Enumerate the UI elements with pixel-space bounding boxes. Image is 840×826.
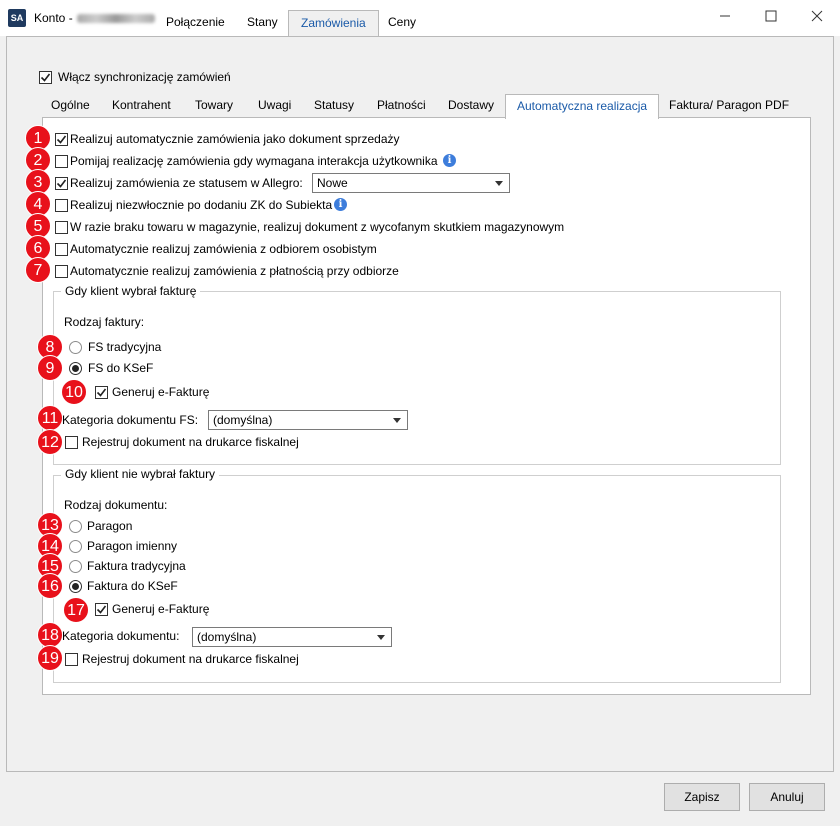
subtab-ogolne[interactable]: Ogólne [45,94,96,118]
noinvoice-einvoice-label: Generuj e-Fakturę [112,602,210,616]
radio-invoice-traditional[interactable] [69,560,82,573]
chevron-down-icon [495,181,503,186]
close-button[interactable] [794,0,840,32]
invoice-einvoice-label: Generuj e-Fakturę [112,385,210,399]
invoice-type-label: Rodzaj faktury: [64,315,145,329]
option-personal-pickup-checkbox[interactable] [55,243,68,256]
option-immediate-label: Realizuj niezwłocznie po dodaniu ZK do S… [70,198,333,212]
close-icon [811,10,823,22]
noinvoice-type-label: Rodzaj dokumentu: [64,498,168,512]
option-skip-interaction-label: Pomijaj realizację zamówienia gdy wymaga… [70,154,438,168]
radio-fs-traditional-label: FS tradycyjna [88,340,162,354]
annotation-badge: 10 [61,379,87,405]
subtab-faktura-paragon-pdf[interactable]: Faktura/ Paragon PDF [663,94,795,118]
annotation-badge: 16 [37,573,63,599]
option-auto-realize-checkbox[interactable] [55,133,68,146]
chevron-down-icon [393,418,401,423]
invoice-category-label: Kategoria dokumentu FS: [62,413,199,427]
subtab-kontrahent[interactable]: Kontrahent [106,94,177,118]
annotation-badge: 19 [37,645,63,671]
subtab-platnosci[interactable]: Płatności [371,94,432,118]
option-cod-checkbox[interactable] [55,265,68,278]
allegro-status-dropdown[interactable]: Nowe [312,173,510,193]
subtab-statusy[interactable]: Statusy [308,94,360,118]
noinvoice-category-dropdown[interactable]: (domyślna) [192,627,392,647]
minimize-icon [720,15,730,17]
noinvoice-group-title: Gdy klient nie wybrał faktury [61,467,220,481]
annotation-badge: 11 [37,405,63,431]
sync-label: Włącz synchronizację zamówień [58,70,231,84]
check-icon [40,73,51,82]
check-icon [56,135,67,144]
cancel-button[interactable]: Anuluj [749,783,825,811]
noinvoice-einvoice-checkbox[interactable] [95,603,108,616]
radio-fs-ksef[interactable] [69,362,82,375]
subtab-dostawy[interactable]: Dostawy [442,94,500,118]
subtab-automatyczna-realizacja[interactable]: Automatyczna realizacja [505,94,660,119]
noinvoice-category-value: (domyślna) [197,630,257,644]
invoice-category-value: (domyślna) [213,413,273,427]
option-cod-label: Automatycznie realizuj zamówienia z płat… [70,264,399,278]
noinvoice-fiscal-checkbox[interactable] [65,653,78,666]
info-icon[interactable]: i [443,154,456,167]
invoice-einvoice-checkbox[interactable] [95,386,108,399]
option-status-allegro-checkbox[interactable] [55,177,68,190]
check-icon [96,388,107,397]
annotation-badge: 17 [63,597,89,623]
option-status-allegro-label: Realizuj zamówienia ze statusem w Allegr… [70,176,303,190]
option-auto-realize-label: Realizuj automatycznie zamówienia jako d… [70,132,400,146]
info-icon[interactable]: i [334,198,347,211]
annotation-badge: 9 [37,355,63,381]
tab-stany[interactable]: Stany [235,10,290,36]
option-personal-pickup-label: Automatycznie realizuj zamówienia z odbi… [70,242,377,256]
app-icon: SA [8,9,26,27]
check-icon [56,179,67,188]
invoice-fiscal-label: Rejestruj dokument na drukarce fiskalnej [82,435,299,449]
option-skip-interaction-checkbox[interactable] [55,155,68,168]
option-immediate-checkbox[interactable] [55,199,68,212]
radio-invoice-traditional-label: Faktura tradycyjna [87,559,186,573]
noinvoice-category-label: Kategoria dokumentu: [62,629,180,643]
radio-paragon-named-label: Paragon imienny [87,539,178,553]
maximize-button[interactable] [748,0,794,32]
redacted-account-name [76,14,155,24]
annotation-badge: 7 [25,257,51,283]
noinvoice-fiscal-label: Rejestruj dokument na drukarce fiskalnej [82,652,299,666]
annotation-badge: 12 [37,429,63,455]
save-button[interactable]: Zapisz [664,783,740,811]
option-no-stock-checkbox[interactable] [55,221,68,234]
tab-ceny[interactable]: Ceny [376,10,428,36]
window-title: Konto - [34,11,155,25]
tab-polaczenie[interactable]: Połączenie [154,10,237,36]
chevron-down-icon [377,635,385,640]
sync-checkbox[interactable] [39,71,52,84]
option-no-stock-label: W razie braku towaru w magazynie, realiz… [70,220,565,234]
radio-paragon[interactable] [69,520,82,533]
tab-zamowienia[interactable]: Zamówienia [288,10,379,36]
subtab-towary[interactable]: Towary [189,94,239,118]
invoice-group-title: Gdy klient wybrał fakturę [61,284,201,298]
invoice-fiscal-checkbox[interactable] [65,436,78,449]
maximize-icon [765,10,777,22]
minimize-button[interactable] [702,0,748,32]
invoice-category-dropdown[interactable]: (domyślna) [208,410,408,430]
subtab-uwagi[interactable]: Uwagi [252,94,297,118]
radio-fs-ksef-label: FS do KSeF [88,361,154,375]
window-title-text: Konto - [34,11,73,25]
radio-invoice-ksef-label: Faktura do KSeF [87,579,178,593]
radio-fs-traditional[interactable] [69,341,82,354]
radio-paragon-named[interactable] [69,540,82,553]
radio-invoice-ksef[interactable] [69,580,82,593]
radio-paragon-label: Paragon [87,519,133,533]
allegro-status-value: Nowe [317,176,348,190]
check-icon [96,605,107,614]
